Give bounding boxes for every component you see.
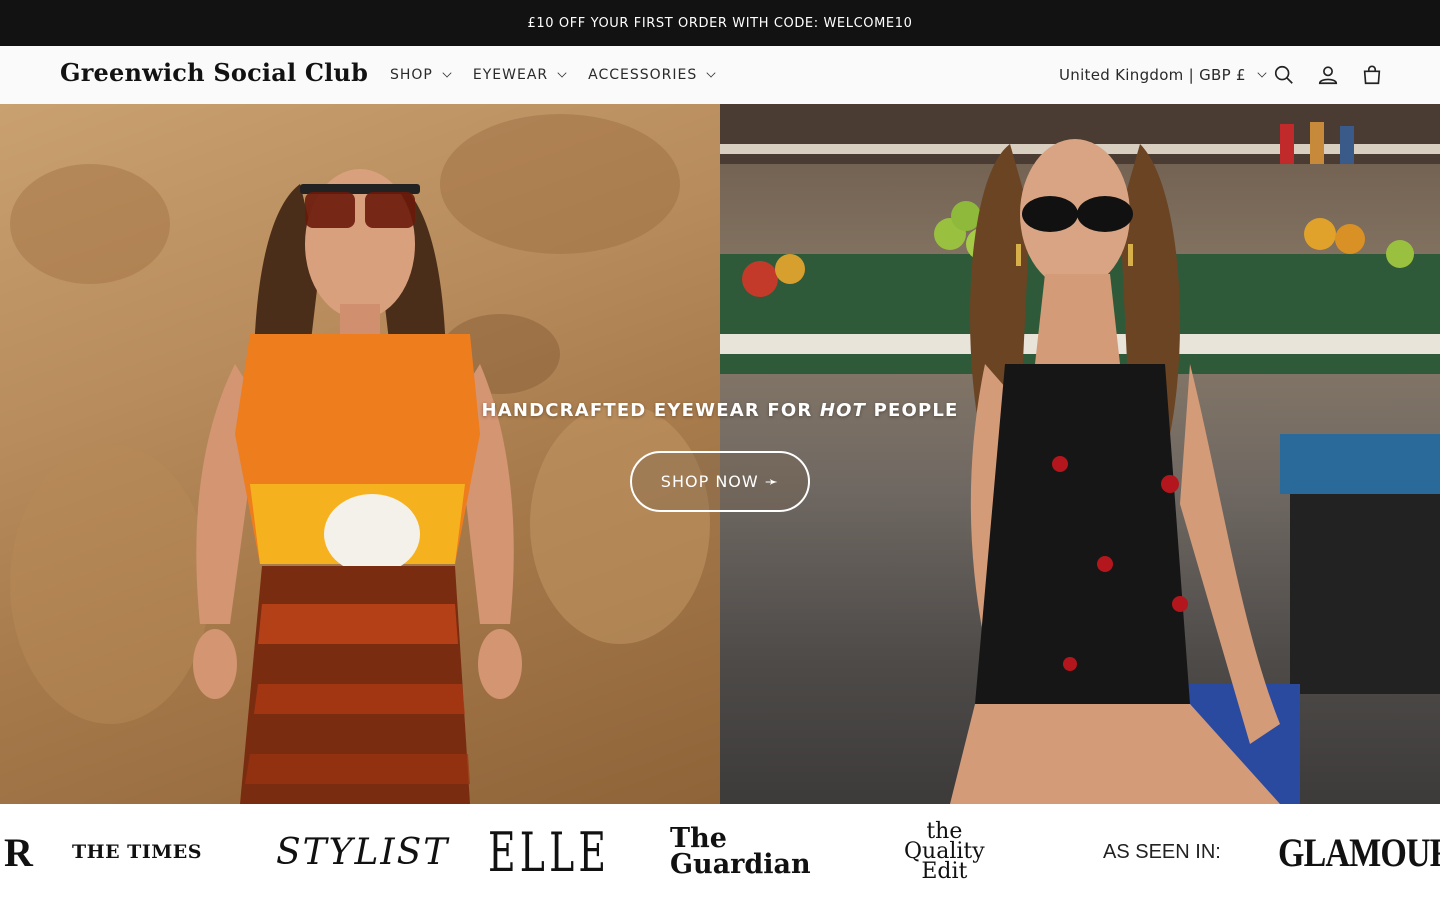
account-icon[interactable] (1314, 61, 1342, 89)
brand-logo[interactable]: Greenwich Social Club (60, 58, 368, 87)
hero-left-illustration (10, 114, 710, 804)
hero-heading-part1: HANDCRAFTED EYEWEAR FOR (481, 400, 820, 421)
announcement-text: £10 OFF YOUR FIRST ORDER WITH CODE: WELC… (527, 15, 913, 31)
press-logo-glamour: GLAMOUR (1278, 829, 1440, 875)
nav-eyewear-label: EYEWEAR (472, 67, 549, 83)
main-nav: SHOP EYEWEAR ACCESSORIES (390, 46, 737, 104)
hero-right-illustration (720, 104, 1440, 804)
press-logo-the-times: THE TIMES (72, 841, 202, 863)
hero-banner: HANDCRAFTED EYEWEAR FOR HOT PEOPLE SHOP … (0, 104, 1440, 804)
hero-heading: HANDCRAFTED EYEWEAR FOR HOT PEOPLE (0, 400, 1440, 421)
hero-heading-part2: PEOPLE (866, 400, 959, 421)
nav-accessories-label: ACCESSORIES (588, 67, 698, 83)
press-logo-strip: R THE TIMES STYLIST ELLE The Guardian th… (0, 804, 1440, 900)
hero-image-right (720, 104, 1440, 804)
hero-image-left (0, 104, 720, 804)
site-header: Greenwich Social Club SHOP EYEWEAR ACCES… (0, 46, 1440, 104)
guardian-line-2: Guardian (670, 849, 811, 880)
country-selector[interactable]: United Kingdom | GBP £ (1059, 46, 1267, 104)
press-logo-the-guardian: The Guardian (670, 804, 811, 900)
quality-line-3: Edit (921, 859, 968, 884)
search-icon[interactable] (1270, 61, 1298, 89)
press-logo-partial: R (4, 829, 33, 875)
chevron-down-icon (706, 68, 716, 78)
press-logo-stylist: STYLIST (276, 831, 450, 873)
shop-now-button[interactable]: SHOP NOW ➛ (630, 451, 810, 512)
chevron-down-icon (1257, 68, 1267, 78)
nav-accessories[interactable]: ACCESSORIES (588, 46, 716, 104)
nav-shop-label: SHOP (390, 67, 433, 83)
as-seen-in-label: AS SEEN IN: (1103, 840, 1221, 863)
country-label: United Kingdom | GBP £ (1059, 66, 1246, 84)
chevron-down-icon (557, 68, 567, 78)
nav-shop[interactable]: SHOP (390, 46, 452, 104)
announcement-bar: £10 OFF YOUR FIRST ORDER WITH CODE: WELC… (0, 0, 1440, 46)
press-logo-quality-edit: the Quality Edit (904, 804, 985, 900)
cart-icon[interactable] (1358, 61, 1386, 89)
chevron-down-icon (442, 68, 452, 78)
nav-eyewear[interactable]: EYEWEAR (472, 46, 567, 104)
press-logo-elle: ELLE (488, 820, 611, 884)
hero-heading-emphasis: HOT (819, 400, 867, 421)
